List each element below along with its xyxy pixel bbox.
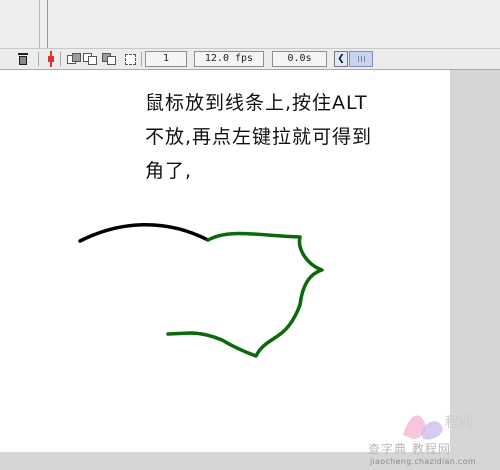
original-black-stroke[interactable] [78, 223, 210, 243]
pulled-green-stroke[interactable] [166, 231, 324, 358]
svg-text:程网: 程网 [445, 415, 473, 431]
drawn-strokes [78, 223, 324, 358]
watermark-url: jiaocheng.chazidian.com [370, 457, 476, 466]
watermark-brand: 查字典 教程网 [368, 442, 451, 456]
watermark-logo: 程网 [403, 415, 473, 440]
